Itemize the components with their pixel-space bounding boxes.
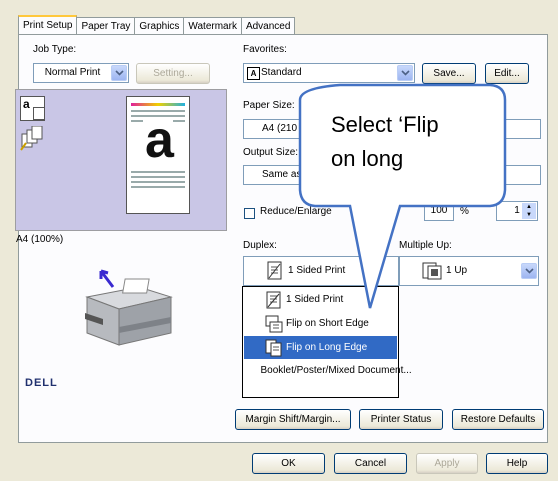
- job-type-value: Normal Print: [44, 67, 101, 78]
- restore-defaults-button[interactable]: Restore Defaults: [452, 409, 544, 430]
- cancel-button[interactable]: Cancel: [334, 453, 407, 474]
- duplex-option-1-sided[interactable]: 1 Sided Print: [244, 288, 397, 311]
- page-preview: a: [126, 96, 190, 214]
- tab-print-setup[interactable]: Print Setup: [18, 15, 78, 34]
- printer-status-button[interactable]: Printer Status: [359, 409, 443, 430]
- tab-watermark[interactable]: Watermark: [183, 17, 242, 34]
- scale-percent-input[interactable]: 100: [424, 201, 454, 221]
- ok-button[interactable]: OK: [252, 453, 325, 474]
- duplex-select[interactable]: 1 Sided Print: [243, 256, 399, 286]
- copies-spinner[interactable]: 1 ▲ ▼: [496, 201, 538, 221]
- multiple-up-label: Multiple Up:: [399, 240, 452, 251]
- favorites-select[interactable]: A Standard: [243, 63, 415, 83]
- chevron-down-icon: [397, 65, 413, 81]
- flip-long-edge-icon: [265, 339, 282, 357]
- one-sided-icon: [267, 261, 282, 280]
- spin-up-icon[interactable]: ▲: [522, 203, 536, 211]
- text-document-icon: a: [20, 96, 45, 121]
- duplex-option-label: Flip on Short Edge: [286, 318, 369, 329]
- favorites-label: Favorites:: [243, 44, 287, 55]
- preview-caption: A4 (100%): [16, 234, 64, 245]
- paper-size-label: Paper Size:: [243, 100, 295, 111]
- callout-line-2: on long: [331, 146, 404, 171]
- tab-paper-tray[interactable]: Paper Tray: [76, 17, 136, 34]
- save-favorites-button[interactable]: Save...: [422, 63, 476, 84]
- thumb-letter: a: [23, 97, 30, 111]
- job-type-select[interactable]: Normal Print: [33, 63, 129, 83]
- duplex-label: Duplex:: [243, 240, 277, 251]
- apply-button[interactable]: Apply: [416, 453, 478, 474]
- duplex-option-label: Flip on Long Edge: [286, 342, 368, 353]
- multiple-up-value: 1 Up: [446, 265, 468, 276]
- pages-per-sheet-icon: [422, 262, 442, 280]
- dell-logo: DELL: [25, 377, 58, 389]
- printer-icon: [85, 269, 173, 346]
- output-size-label: Output Size:: [243, 147, 299, 158]
- setting-button[interactable]: Setting...: [136, 63, 210, 84]
- duplex-option-label: 1 Sided Print: [286, 294, 344, 305]
- help-button[interactable]: Help: [486, 453, 548, 474]
- duplex-value: 1 Sided Print: [288, 265, 346, 276]
- duplex-option-long-edge[interactable]: Flip on Long Edge: [244, 336, 397, 359]
- tab-advanced[interactable]: Advanced: [240, 17, 296, 34]
- tab-strip: Print Setup Paper Tray Graphics Watermar…: [18, 15, 296, 35]
- reduce-enlarge-checkbox[interactable]: [244, 208, 255, 219]
- chevron-down-icon: [111, 65, 127, 81]
- tab-graphics[interactable]: Graphics: [134, 17, 185, 34]
- callout-text: Select ‘Flip on long: [331, 108, 511, 176]
- callout-line-1: Select ‘Flip: [331, 112, 439, 137]
- layout-preview: a a: [15, 89, 227, 231]
- page-preview-letter: a: [145, 111, 174, 169]
- edit-favorites-button[interactable]: Edit...: [485, 63, 529, 84]
- multiple-up-select[interactable]: 1 Up: [399, 256, 539, 286]
- copies-value: 1: [514, 205, 520, 216]
- duplex-option-booklet[interactable]: Booklet/Poster/Mixed Document...: [244, 361, 412, 395]
- margin-shift-button[interactable]: Margin Shift/Margin...: [235, 409, 351, 430]
- percent-unit: %: [460, 206, 469, 217]
- spin-down-icon[interactable]: ▼: [522, 211, 536, 219]
- job-type-label: Job Type:: [33, 44, 77, 55]
- favorite-a-icon: A: [247, 67, 260, 80]
- reduce-enlarge-label: Reduce/Enlarge: [260, 206, 332, 217]
- printer-properties-dialog: Print Setup Paper Tray Graphics Watermar…: [0, 0, 558, 481]
- flip-short-edge-icon: [265, 315, 283, 333]
- chevron-down-icon: [521, 263, 537, 279]
- collate-icon: [20, 125, 45, 151]
- duplex-option-short-edge[interactable]: Flip on Short Edge: [244, 312, 397, 335]
- duplex-option-label: Booklet/Poster/Mixed Document...: [260, 365, 412, 376]
- favorites-value: Standard: [261, 67, 302, 78]
- duplex-dropdown-list: 1 Sided Print Flip on Short Edge Flip on…: [242, 286, 412, 398]
- one-sided-icon: [266, 291, 281, 309]
